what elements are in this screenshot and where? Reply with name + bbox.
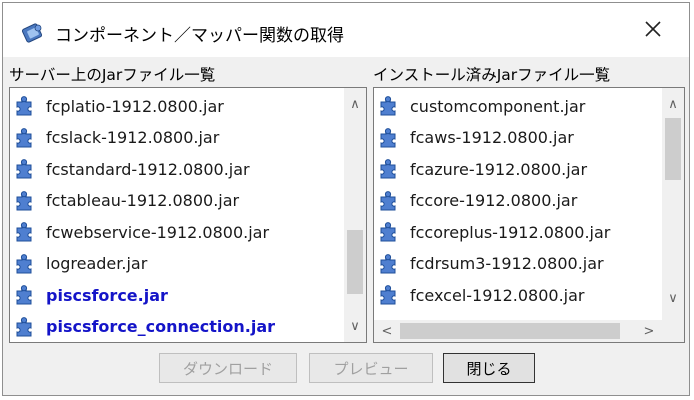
jar-file-name: fcstandard-1912.0800.jar: [46, 159, 250, 179]
list-item[interactable]: fctableau-1912.0800.jar: [14, 186, 239, 216]
jar-file-name: customcomponent.jar: [410, 96, 586, 116]
list-item[interactable]: fcdrsum3-1912.0800.jar: [378, 249, 604, 279]
jar-file-name: fcplatio-1912.0800.jar: [46, 96, 224, 116]
jar-file-name: fccoreplus-1912.0800.jar: [410, 222, 611, 242]
puzzle-piece-icon: [14, 221, 36, 243]
close-icon: [643, 19, 663, 43]
list-item[interactable]: fcexcel-1912.0800.jar: [378, 280, 584, 310]
puzzle-piece-icon: [14, 316, 36, 338]
scroll-left-arrow-icon[interactable]: <: [376, 320, 398, 342]
list-item[interactable]: fccoreplus-1912.0800.jar: [378, 217, 610, 247]
scroll-right-arrow-icon[interactable]: >: [638, 320, 660, 342]
scrollbar-thumb[interactable]: [400, 323, 620, 339]
scrollbar-corner: [662, 320, 684, 342]
close-window-button[interactable]: [633, 15, 673, 47]
scroll-down-arrow-icon[interactable]: ∨: [344, 316, 366, 336]
list-item[interactable]: logreader.jar: [14, 249, 147, 279]
puzzle-piece-icon: [378, 190, 400, 212]
puzzle-piece-icon: [378, 158, 400, 180]
jar-file-name: fcazure-1912.0800.jar: [410, 159, 588, 179]
list-item[interactable]: fccore-1912.0800.jar: [378, 186, 577, 216]
list-item[interactable]: fcwebservice-1912.0800.jar: [14, 217, 269, 247]
list-item[interactable]: customcomponent.jar: [378, 91, 585, 121]
list-item[interactable]: fcstandard-1912.0800.jar: [14, 154, 250, 184]
jar-file-name: piscsforce_connection.jar: [46, 317, 276, 336]
jar-file-name: logreader.jar: [46, 254, 148, 273]
preview-button[interactable]: プレビュー: [309, 353, 433, 383]
puzzle-piece-icon: [378, 221, 400, 243]
jar-file-name: fcdrsum3-1912.0800.jar: [410, 254, 604, 273]
download-button[interactable]: ダウンロード: [159, 353, 297, 383]
list-item[interactable]: piscsforce.jar: [14, 280, 168, 310]
app-component-icon: [21, 21, 45, 45]
puzzle-piece-icon: [14, 95, 36, 117]
scroll-up-arrow-icon[interactable]: ∧: [344, 94, 366, 114]
installed-jar-list-label: インストール済みJarファイル一覧: [373, 66, 611, 84]
jar-file-name: piscsforce.jar: [46, 285, 168, 305]
server-list-scrollbar[interactable]: ∧ ∨: [344, 88, 366, 342]
jar-file-name: fcaws-1912.0800.jar: [410, 128, 574, 147]
puzzle-piece-icon: [14, 127, 36, 149]
scroll-up-arrow-icon[interactable]: ∧: [662, 94, 684, 114]
puzzle-piece-icon: [378, 253, 400, 275]
list-item[interactable]: piscsforce_connection.jar: [14, 312, 275, 342]
list-item[interactable]: fcplatio-1912.0800.jar: [14, 91, 224, 121]
server-jar-list-label: サーバー上のJarファイル一覧: [9, 66, 216, 84]
installed-jar-list[interactable]: customcomponent.jar fcaws-1912.0800.jar fc…: [373, 87, 685, 343]
puzzle-piece-icon: [378, 284, 400, 306]
puzzle-piece-icon: [14, 158, 36, 180]
server-jar-list[interactable]: fcplatio-1912.0800.jar fcslack-1912.0800.…: [9, 87, 367, 343]
title-bar[interactable]: コンポーネント／マッパー関数の取得: [3, 3, 689, 57]
puzzle-piece-icon: [14, 284, 36, 306]
installed-list-vscrollbar[interactable]: ∧ ∨: [662, 88, 684, 320]
window-title: コンポーネント／マッパー関数の取得: [55, 26, 344, 46]
scroll-down-arrow-icon[interactable]: ∨: [662, 288, 684, 308]
puzzle-piece-icon: [14, 190, 36, 212]
list-item[interactable]: fcazure-1912.0800.jar: [378, 154, 587, 184]
jar-file-name: fcexcel-1912.0800.jar: [410, 285, 585, 305]
dialog-window: コンポーネント／マッパー関数の取得 サーバー上のJarファイル一覧 fcplat…: [2, 2, 690, 396]
jar-file-name: fcslack-1912.0800.jar: [46, 128, 220, 147]
scrollbar-thumb[interactable]: [347, 230, 363, 294]
close-button[interactable]: 閉じる: [443, 353, 535, 383]
list-item[interactable]: fcslack-1912.0800.jar: [14, 123, 219, 153]
scrollbar-thumb[interactable]: [665, 118, 681, 180]
jar-file-name: fcwebservice-1912.0800.jar: [46, 222, 270, 242]
installed-list-hscrollbar[interactable]: < >: [374, 320, 662, 342]
list-item[interactable]: fcaws-1912.0800.jar: [378, 123, 574, 153]
jar-file-name: fccore-1912.0800.jar: [410, 191, 578, 210]
puzzle-piece-icon: [378, 95, 400, 117]
jar-file-name: fctableau-1912.0800.jar: [46, 191, 240, 210]
puzzle-piece-icon: [14, 253, 36, 275]
puzzle-piece-icon: [378, 127, 400, 149]
